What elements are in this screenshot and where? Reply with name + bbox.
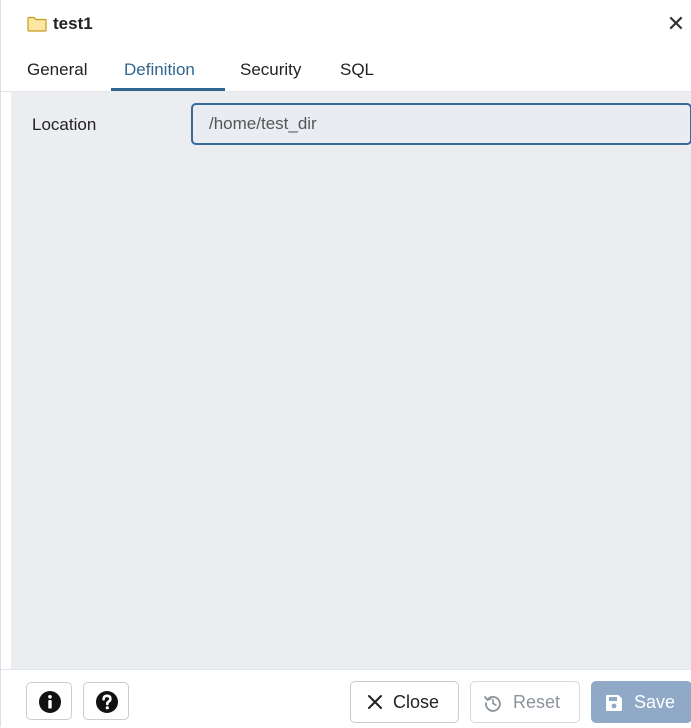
tab-general[interactable]: General bbox=[27, 48, 87, 91]
folder-icon bbox=[27, 16, 47, 32]
save-icon bbox=[606, 695, 622, 711]
close-button-label: Close bbox=[393, 692, 440, 712]
help-icon bbox=[96, 691, 118, 713]
tab-definition[interactable]: Definition bbox=[124, 48, 195, 91]
active-tab-indicator bbox=[111, 88, 225, 91]
dialog-titlebar: test1 ✕ bbox=[1, 0, 691, 49]
reset-button-label: Reset bbox=[513, 692, 561, 712]
tablespace-dialog: test1 ✕ General Definition Security SQL … bbox=[0, 0, 691, 728]
close-x-icon bbox=[368, 695, 382, 709]
close-button[interactable]: Close bbox=[350, 681, 459, 723]
save-button[interactable]: Save bbox=[591, 681, 691, 723]
close-icon[interactable]: ✕ bbox=[665, 12, 687, 36]
dialog-title: test1 bbox=[53, 14, 93, 33]
help-button[interactable] bbox=[83, 682, 129, 720]
location-input[interactable] bbox=[191, 103, 691, 145]
tab-sql[interactable]: SQL bbox=[340, 48, 374, 91]
tab-security[interactable]: Security bbox=[240, 48, 301, 91]
reset-icon bbox=[484, 696, 501, 712]
save-button-label: Save bbox=[634, 692, 676, 712]
definition-panel bbox=[11, 92, 691, 669]
reset-button[interactable]: Reset bbox=[470, 681, 580, 723]
location-label: Location bbox=[32, 115, 97, 134]
info-icon bbox=[39, 691, 61, 713]
info-button[interactable] bbox=[26, 682, 72, 720]
tab-bar: General Definition Security SQL bbox=[1, 48, 691, 92]
